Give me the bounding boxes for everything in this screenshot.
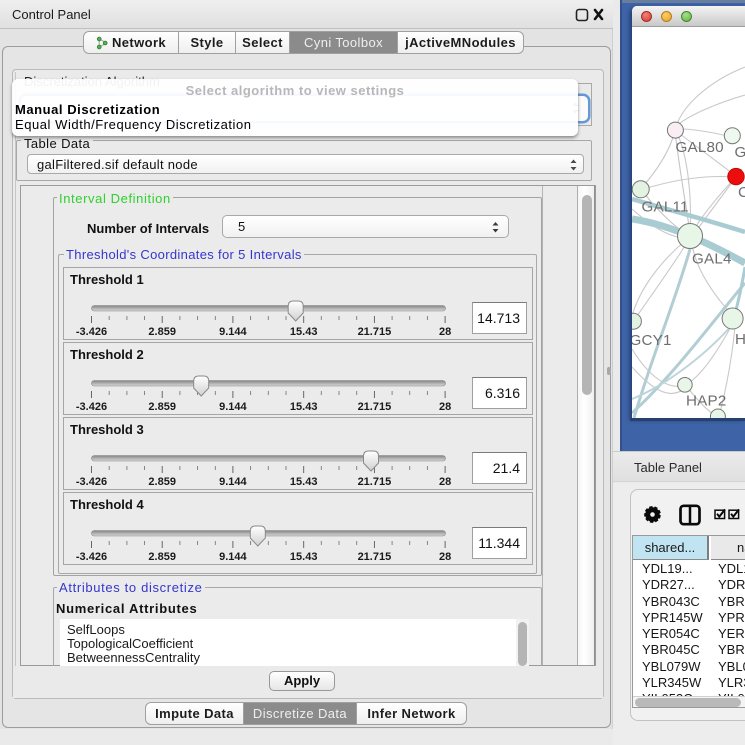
svg-text:GA: GA	[735, 144, 745, 161]
svg-text:-3.426: -3.426	[76, 476, 107, 488]
svg-text:15.43: 15.43	[290, 476, 318, 488]
svg-text:-3.426: -3.426	[76, 401, 107, 413]
svg-text:-3.426: -3.426	[76, 326, 107, 338]
svg-text:21.715: 21.715	[358, 551, 392, 563]
svg-text:H: H	[735, 331, 745, 348]
svg-text:2.859: 2.859	[148, 551, 176, 563]
svg-text:28: 28	[439, 326, 451, 338]
svg-text:28: 28	[439, 401, 451, 413]
svg-text:2.859: 2.859	[148, 401, 176, 413]
svg-text:C: C	[738, 184, 745, 201]
svg-text:9.144: 9.144	[219, 551, 247, 563]
svg-text:2.859: 2.859	[148, 476, 176, 488]
svg-text:2.859: 2.859	[148, 326, 176, 338]
svg-text:15.43: 15.43	[290, 401, 318, 413]
svg-text:GCY1: GCY1	[632, 332, 672, 349]
svg-text:9.144: 9.144	[219, 476, 247, 488]
svg-text:GAL4: GAL4	[692, 251, 732, 268]
svg-text:28: 28	[439, 476, 451, 488]
svg-text:HAP2: HAP2	[686, 393, 726, 410]
svg-text:-3.426: -3.426	[76, 551, 107, 563]
svg-text:21.715: 21.715	[358, 401, 392, 413]
svg-text:28: 28	[439, 551, 451, 563]
svg-text:GAL80: GAL80	[676, 139, 724, 156]
svg-text:21.715: 21.715	[358, 326, 392, 338]
svg-text:21.715: 21.715	[358, 476, 392, 488]
svg-text:9.144: 9.144	[219, 326, 247, 338]
svg-text:15.43: 15.43	[290, 551, 318, 563]
svg-text:9.144: 9.144	[219, 401, 247, 413]
svg-text:GAL11: GAL11	[642, 199, 689, 216]
svg-text:15.43: 15.43	[290, 326, 318, 338]
